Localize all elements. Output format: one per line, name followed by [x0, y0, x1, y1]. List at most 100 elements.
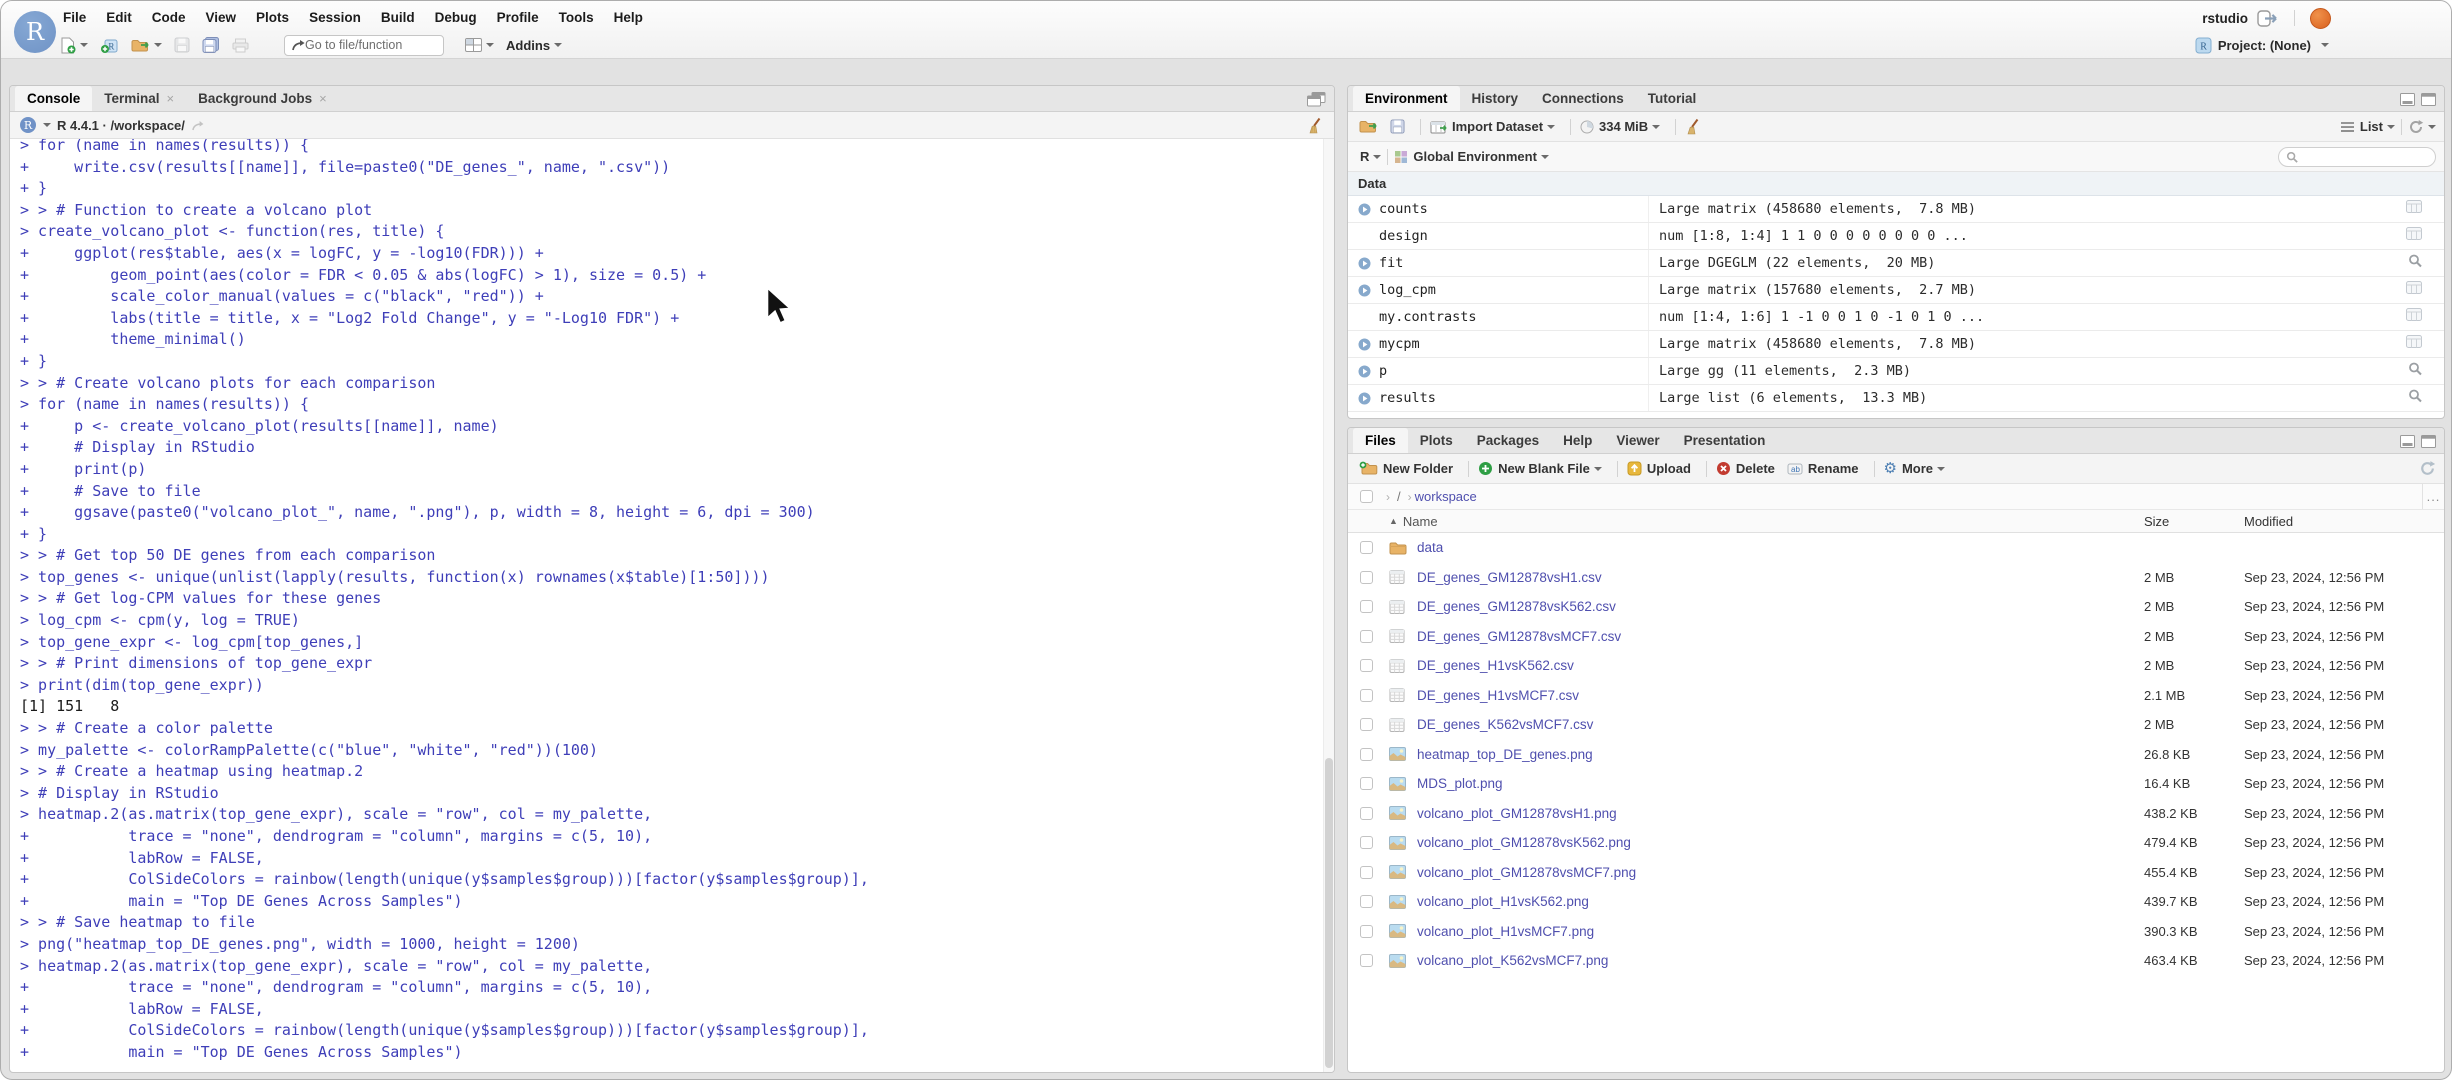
chevron-down-icon[interactable] [1540, 154, 1549, 159]
file-checkbox[interactable] [1360, 688, 1373, 702]
file-checkbox[interactable] [1360, 570, 1373, 584]
file-name-link[interactable]: heatmap_top_DE_genes.png [1417, 747, 2144, 762]
scrollbar-thumb[interactable] [1325, 758, 1333, 1068]
environment-object-my-contrasts[interactable]: my.contrasts num [1:4, 1:6] 1 -1 0 0 1 0 … [1348, 304, 2444, 331]
files-tab-help[interactable]: Help [1551, 428, 1604, 453]
minimize-pane-icon[interactable] [2400, 434, 2415, 448]
refresh-icon[interactable] [2419, 460, 2436, 477]
breadcrumb-directory[interactable]: workspace [1415, 489, 1477, 504]
new-folder-button[interactable]: New Folder [1356, 459, 1456, 478]
view-data-grid-button[interactable] [2406, 335, 2422, 353]
files-tab-viewer[interactable]: Viewer [1604, 428, 1671, 453]
file-checkbox[interactable] [1360, 718, 1373, 732]
import-dataset-button[interactable]: Import Dataset [1427, 117, 1558, 136]
new-blank-file-button[interactable]: New Blank File [1475, 459, 1605, 478]
sign-out-icon[interactable] [2257, 9, 2279, 27]
file-checkbox[interactable] [1360, 659, 1373, 673]
load-workspace-button[interactable] [1356, 117, 1381, 136]
view-data-grid-button[interactable] [2406, 308, 2422, 326]
menu-build[interactable]: Build [371, 4, 425, 32]
close-tab-icon[interactable]: × [167, 91, 175, 106]
console-tab-background-jobs[interactable]: Background Jobs × [186, 86, 339, 111]
file-checkbox[interactable] [1360, 836, 1373, 850]
addins-button[interactable]: Addins [503, 36, 565, 55]
view-data-grid-button[interactable] [2406, 227, 2422, 245]
menu-session[interactable]: Session [299, 4, 371, 32]
chevron-down-icon[interactable] [1373, 154, 1382, 159]
file-checkbox[interactable] [1360, 777, 1373, 791]
save-workspace-button[interactable] [1387, 117, 1408, 136]
file-name-link[interactable]: DE_genes_H1vsK562.csv [1417, 658, 2144, 673]
chevron-down-icon[interactable] [2428, 124, 2436, 129]
file-name-link[interactable]: volcano_plot_H1vsMCF7.png [1417, 924, 2144, 939]
file-name-link[interactable]: DE_genes_K562vsMCF7.csv [1417, 717, 2144, 732]
expand-icon[interactable] [1358, 392, 1371, 405]
console-tab-console[interactable]: Console [15, 86, 93, 111]
environment-object-design[interactable]: design num [1:8, 1:4] 1 1 0 0 0 0 0 0 0 0… [1348, 223, 2444, 250]
breadcrumb-more-button[interactable]: ... [2422, 484, 2444, 509]
environment-object-mycpm[interactable]: mycpm Large matrix (458680 elements, 7.8 … [1348, 331, 2444, 358]
menu-file[interactable]: File [53, 4, 96, 32]
new-file-button[interactable] [57, 35, 91, 56]
menu-debug[interactable]: Debug [425, 4, 487, 32]
column-header-name[interactable]: ▲ Name [1389, 514, 2144, 529]
file-checkbox[interactable] [1360, 541, 1373, 555]
project-selector[interactable]: R Project: (None) [2195, 32, 2329, 58]
goto-directory-icon[interactable] [192, 120, 204, 131]
maximize-pane-icon[interactable] [1307, 91, 1326, 107]
select-all-checkbox[interactable] [1360, 490, 1373, 503]
delete-button[interactable]: Delete [1713, 459, 1778, 478]
file-checkbox[interactable] [1360, 924, 1373, 938]
file-name-link[interactable]: MDS_plot.png [1417, 776, 2144, 791]
file-name-link[interactable]: DE_genes_GM12878vsH1.csv [1417, 570, 2144, 585]
new-project-button[interactable]: R [97, 35, 122, 56]
save-all-button[interactable] [199, 35, 223, 55]
user-avatar[interactable] [2310, 7, 2331, 29]
save-button[interactable] [171, 35, 193, 55]
environment-tab-tutorial[interactable]: Tutorial [1636, 86, 1709, 111]
view-data-grid-button[interactable] [2406, 200, 2422, 218]
expand-icon[interactable] [1358, 338, 1371, 351]
file-checkbox[interactable] [1360, 747, 1373, 761]
file-checkbox[interactable] [1360, 865, 1373, 879]
file-name-link[interactable]: DE_genes_GM12878vsK562.csv [1417, 599, 2144, 614]
environment-scope-label[interactable]: Global Environment [1413, 149, 1537, 164]
file-checkbox[interactable] [1360, 600, 1373, 614]
expand-icon[interactable] [1358, 257, 1371, 270]
files-tab-packages[interactable]: Packages [1465, 428, 1551, 453]
menu-plots[interactable]: Plots [246, 4, 299, 32]
file-checkbox[interactable] [1360, 806, 1373, 820]
panes-layout-button[interactable] [462, 36, 497, 54]
expand-icon[interactable] [1358, 203, 1371, 216]
list-view-label[interactable]: List [2360, 119, 2383, 134]
r-logo-icon[interactable]: R [20, 117, 36, 133]
menu-help[interactable]: Help [604, 4, 653, 32]
column-header-modified[interactable]: Modified [2244, 514, 2434, 529]
files-tab-presentation[interactable]: Presentation [1672, 428, 1778, 453]
menu-tools[interactable]: Tools [549, 4, 604, 32]
language-selector-label[interactable]: R [1360, 149, 1369, 164]
minimize-pane-icon[interactable] [2400, 92, 2415, 106]
console-tab-terminal[interactable]: Terminal × [92, 86, 186, 111]
file-name-link[interactable]: volcano_plot_K562vsMCF7.png [1417, 953, 2144, 968]
chevron-down-icon[interactable] [43, 123, 51, 127]
column-header-size[interactable]: Size [2144, 514, 2244, 529]
clear-environment-button[interactable] [1682, 116, 1705, 137]
print-button[interactable] [229, 36, 252, 55]
environment-object-fit[interactable]: fit Large DGEGLM (22 elements, 20 MB) [1348, 250, 2444, 277]
file-checkbox[interactable] [1360, 629, 1373, 643]
menu-profile[interactable]: Profile [487, 4, 549, 32]
inspect-object-button[interactable] [2408, 362, 2422, 381]
expand-icon[interactable] [1358, 284, 1371, 297]
rename-button[interactable]: ab Rename [1784, 459, 1862, 478]
maximize-pane-icon[interactable] [2421, 92, 2436, 106]
menu-edit[interactable]: Edit [96, 4, 142, 32]
files-tab-files[interactable]: Files [1353, 428, 1408, 453]
environment-object-log-cpm[interactable]: log_cpm Large matrix (157680 elements, 2.… [1348, 277, 2444, 304]
file-checkbox[interactable] [1360, 895, 1373, 909]
environment-object-p[interactable]: p Large gg (11 elements, 2.3 MB) [1348, 358, 2444, 385]
view-data-grid-button[interactable] [2406, 281, 2422, 299]
memory-usage-button[interactable]: 334 MiB [1577, 117, 1663, 136]
inspect-object-button[interactable] [2408, 389, 2422, 408]
more-button[interactable]: ⚙ More [1881, 459, 1949, 478]
